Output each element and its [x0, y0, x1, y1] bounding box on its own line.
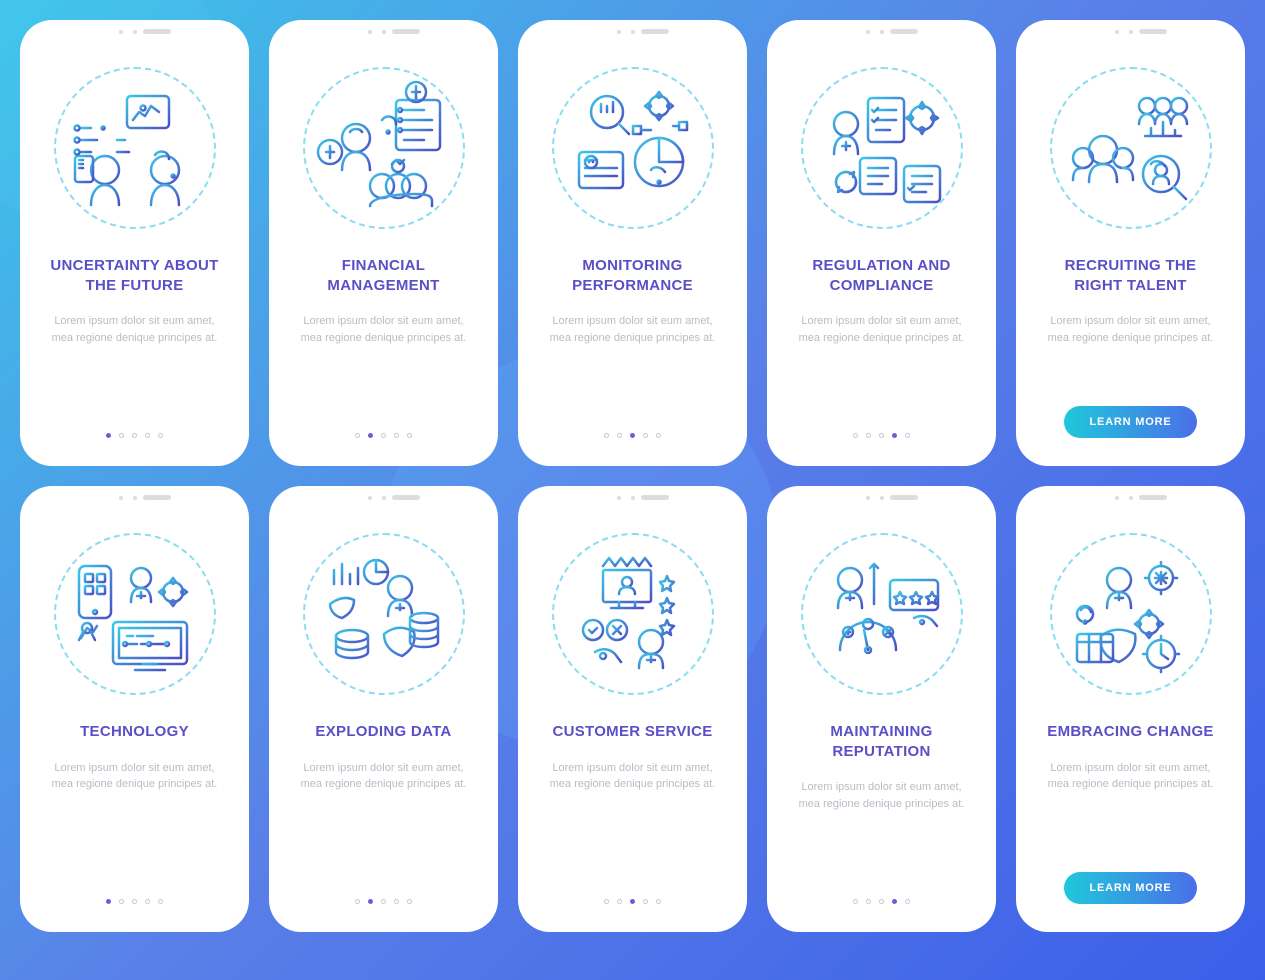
card-title: MONITORING PERFORMANCE: [534, 256, 731, 295]
regulation-icon: [798, 64, 966, 232]
pagination-dots: [604, 433, 661, 438]
onboarding-card: MONITORING PERFORMANCE Lorem ipsum dolor…: [518, 20, 747, 466]
pagination-dots: [355, 433, 412, 438]
learn-more-button[interactable]: LEARN MORE: [1064, 406, 1198, 438]
pagination-dots: [106, 899, 163, 904]
card-description: Lorem ipsum dolor sit eum amet, mea regi…: [285, 760, 482, 793]
onboarding-card: RECRUITING THE RIGHT TALENT Lorem ipsum …: [1016, 20, 1245, 466]
pagination-dots: [853, 899, 910, 904]
card-description: Lorem ipsum dolor sit eum amet, mea regi…: [783, 313, 980, 346]
monitoring-icon: [549, 64, 717, 232]
financial-icon: [300, 64, 468, 232]
onboarding-card: CUSTOMER SERVICE Lorem ipsum dolor sit e…: [518, 486, 747, 932]
card-title: TECHNOLOGY: [72, 722, 197, 742]
onboarding-card: REGULATION AND COMPLIANCE Lorem ipsum do…: [767, 20, 996, 466]
onboarding-card: TECHNOLOGY Lorem ipsum dolor sit eum ame…: [20, 486, 249, 932]
onboarding-card: EMBRACING CHANGE Lorem ipsum dolor sit e…: [1016, 486, 1245, 932]
card-title: EMBRACING CHANGE: [1039, 722, 1221, 742]
pagination-dots: [853, 433, 910, 438]
card-description: Lorem ipsum dolor sit eum amet, mea regi…: [534, 760, 731, 793]
change-icon: [1047, 530, 1215, 698]
pagination-dots: [355, 899, 412, 904]
card-title: REGULATION AND COMPLIANCE: [783, 256, 980, 295]
card-description: Lorem ipsum dolor sit eum amet, mea regi…: [783, 779, 980, 812]
uncertainty-icon: [51, 64, 219, 232]
card-title: RECRUITING THE RIGHT TALENT: [1032, 256, 1229, 295]
card-grid: UNCERTAINTY ABOUT THE FUTURE Lorem ipsum…: [20, 20, 1245, 932]
card-title: MAINTAINING REPUTATION: [783, 722, 980, 761]
card-description: Lorem ipsum dolor sit eum amet, mea regi…: [1032, 313, 1229, 346]
card-title: FINANCIAL MANAGEMENT: [285, 256, 482, 295]
reputation-icon: [798, 530, 966, 698]
onboarding-card: UNCERTAINTY ABOUT THE FUTURE Lorem ipsum…: [20, 20, 249, 466]
pagination-dots: [604, 899, 661, 904]
card-description: Lorem ipsum dolor sit eum amet, mea regi…: [36, 313, 233, 346]
card-title: UNCERTAINTY ABOUT THE FUTURE: [36, 256, 233, 295]
card-description: Lorem ipsum dolor sit eum amet, mea regi…: [36, 760, 233, 793]
card-description: Lorem ipsum dolor sit eum amet, mea regi…: [285, 313, 482, 346]
card-description: Lorem ipsum dolor sit eum amet, mea regi…: [534, 313, 731, 346]
onboarding-card: MAINTAINING REPUTATION Lorem ipsum dolor…: [767, 486, 996, 932]
onboarding-card: FINANCIAL MANAGEMENT Lorem ipsum dolor s…: [269, 20, 498, 466]
onboarding-card: EXPLODING DATA Lorem ipsum dolor sit eum…: [269, 486, 498, 932]
card-title: EXPLODING DATA: [307, 722, 459, 742]
card-description: Lorem ipsum dolor sit eum amet, mea regi…: [1032, 760, 1229, 793]
customer-icon: [549, 530, 717, 698]
card-title: CUSTOMER SERVICE: [544, 722, 720, 742]
learn-more-button[interactable]: LEARN MORE: [1064, 872, 1198, 904]
recruiting-icon: [1047, 64, 1215, 232]
pagination-dots: [106, 433, 163, 438]
data-icon: [300, 530, 468, 698]
technology-icon: [51, 530, 219, 698]
